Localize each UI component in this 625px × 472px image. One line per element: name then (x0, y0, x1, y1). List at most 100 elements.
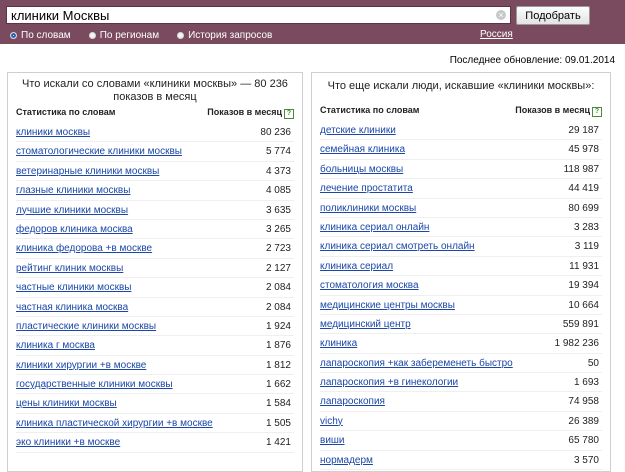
query-link[interactable]: нормадерм (320, 455, 373, 466)
impressions-count: 1 662 (265, 379, 291, 391)
table-row: частная клиника москва 2 084 (16, 298, 294, 317)
query-link[interactable]: детские клиники (320, 125, 396, 136)
query-link[interactable]: клиника сериал онлайн (320, 222, 429, 233)
query-link[interactable]: лапароскопия +как забеременеть быстро (320, 358, 513, 369)
query-link[interactable]: клиника (320, 338, 357, 349)
mode-label: История запросов (188, 30, 273, 41)
query-link[interactable]: клиника федорова +в москве (16, 243, 152, 254)
query-link[interactable]: лучшие клиники москвы (16, 205, 128, 216)
query-link[interactable]: частная клиника москва (16, 302, 128, 313)
left-rows: клиники москвы 80 236 стоматологические кл… (8, 123, 302, 453)
impressions-count: 3 265 (265, 223, 291, 235)
impressions-count: 1 421 (265, 437, 291, 449)
search-box[interactable]: × (6, 6, 511, 24)
impressions-count: 3 570 (573, 454, 599, 466)
table-row: лечение простатита 44 419 (320, 179, 602, 199)
impressions-count: 3 119 (574, 241, 599, 253)
right-panel-title: Что еще искали люди, искавшие «клиники м… (327, 80, 595, 92)
radio-selected-icon[interactable] (10, 32, 17, 39)
left-panel: Что искали со словами «клиники москвы» —… (7, 72, 303, 472)
radio-icon[interactable] (88, 32, 96, 39)
query-link[interactable]: больницы москвы (320, 164, 403, 175)
table-row: стоматология москва 19 394 (320, 276, 602, 296)
query-link[interactable]: ветеринарные клиники москвы (16, 166, 159, 177)
query-link[interactable]: лапароскопия +в гинекологии (320, 377, 458, 388)
impressions-count: 1 982 236 (554, 338, 600, 350)
table-row: стоматологические клиники москвы 5 774 (16, 142, 294, 162)
query-link[interactable]: клиника сериал (320, 261, 393, 272)
table-row: лапароскопия +как забеременеть быстро 50 (320, 354, 602, 374)
query-link[interactable]: эко клиники +в москве (16, 437, 120, 448)
query-link[interactable]: клиники москвы (16, 127, 90, 138)
right-panel: Что еще искали люди, искавшие «клиники м… (311, 72, 611, 472)
impressions-count: 2 084 (265, 282, 291, 294)
help-icon[interactable]: ? (284, 109, 294, 119)
query-link[interactable]: лапароскопия (320, 396, 385, 407)
clear-icon[interactable]: × (496, 10, 506, 20)
table-row: клиника сериал 11 931 (320, 257, 602, 277)
table-row: эко клиники +в москве 1 421 (16, 433, 294, 453)
table-row: лапароскопия 74 958 (320, 392, 602, 412)
impressions-count: 45 978 (568, 144, 599, 156)
table-row: поликлиники москвы 80 699 (320, 199, 602, 218)
query-link[interactable]: vichy (320, 416, 343, 427)
query-link[interactable]: клиники хирургии +в москве (16, 360, 146, 371)
impressions-count: 10 664 (568, 299, 599, 311)
query-link[interactable]: семейная клиника (320, 144, 405, 155)
impressions-count: 80 699 (568, 202, 599, 214)
query-link[interactable]: цены клиники москвы (16, 398, 117, 409)
submit-button[interactable]: Подобрать (516, 6, 590, 25)
query-link[interactable]: рейтинг клиник москвы (16, 263, 123, 274)
query-link[interactable]: частные клиники москвы (16, 282, 131, 293)
help-icon[interactable]: ? (592, 107, 602, 117)
impressions-count: 4 373 (265, 165, 291, 177)
region-link[interactable]: Россия (480, 29, 513, 40)
impressions-count: 26 389 (568, 415, 599, 427)
mode-history[interactable]: История запросов (177, 30, 272, 41)
query-link[interactable]: федоров клиника москва (16, 224, 133, 235)
impressions-count: 80 236 (260, 127, 291, 138)
table-row: рейтинг клиник москвы 2 127 (16, 259, 294, 279)
impressions-count: 4 085 (265, 185, 291, 197)
query-link[interactable]: пластические клиники москвы (16, 321, 156, 332)
query-link[interactable]: стоматология москва (320, 280, 419, 291)
query-link[interactable]: глазные клиники москвы (16, 185, 130, 196)
query-link[interactable]: клиника сериал смотреть онлайн (320, 241, 475, 252)
query-link[interactable]: клиника г москва (16, 340, 95, 351)
radio-icon[interactable] (177, 32, 185, 39)
left-panel-title: Что искали со словами «клиники москвы» —… (22, 78, 288, 103)
query-link[interactable]: государственные клиники москвы (16, 379, 173, 390)
query-link[interactable]: стоматологические клиники москвы (16, 146, 182, 157)
impressions-count: 118 987 (563, 163, 599, 175)
impressions-count: 1 693 (573, 377, 599, 389)
impressions-count: 29 187 (568, 125, 599, 136)
query-link[interactable]: клиника пластической хирургии +в москве (16, 418, 213, 429)
mode-by-words[interactable]: По словам (10, 30, 71, 41)
left-column-header: Статистика по словам Показов в месяц? (16, 107, 294, 121)
impressions-count: 2 084 (265, 301, 291, 313)
query-link[interactable]: медицинский центр (320, 319, 411, 330)
query-link[interactable]: поликлиники москвы (320, 203, 416, 214)
column-count-header: Показов в месяц? (207, 107, 294, 119)
table-row: пластические клиники москвы 1 924 (16, 317, 294, 337)
impressions-count: 2 723 (265, 243, 291, 255)
table-row: медицинские центры москвы 10 664 (320, 296, 602, 315)
impressions-count: 5 774 (265, 146, 291, 158)
query-link[interactable]: медицинские центры москвы (320, 300, 455, 311)
impressions-count: 1 876 (265, 340, 291, 352)
table-row: клиника 1 982 236 (320, 334, 602, 354)
impressions-count: 50 (587, 357, 599, 369)
search-bar: × Подобрать По словам По регионам Истори… (0, 0, 625, 44)
search-mode-options: По словам По регионам История запросов (10, 29, 290, 42)
table-row: частные клиники москвы 2 084 (16, 278, 294, 298)
query-link[interactable]: виши (320, 435, 345, 446)
table-row: vichy 26 389 (320, 412, 602, 432)
table-row: медицинский центр 559 891 (320, 315, 602, 335)
search-input[interactable] (11, 7, 491, 23)
mode-by-regions[interactable]: По регионам (88, 30, 159, 41)
table-row: клиника федорова +в москве 2 723 (16, 239, 294, 259)
table-row: цены клиники москвы 1 584 (16, 394, 294, 414)
mode-label: По словам (21, 30, 71, 41)
impressions-count: 1 812 (265, 359, 291, 371)
query-link[interactable]: лечение простатита (320, 183, 413, 194)
